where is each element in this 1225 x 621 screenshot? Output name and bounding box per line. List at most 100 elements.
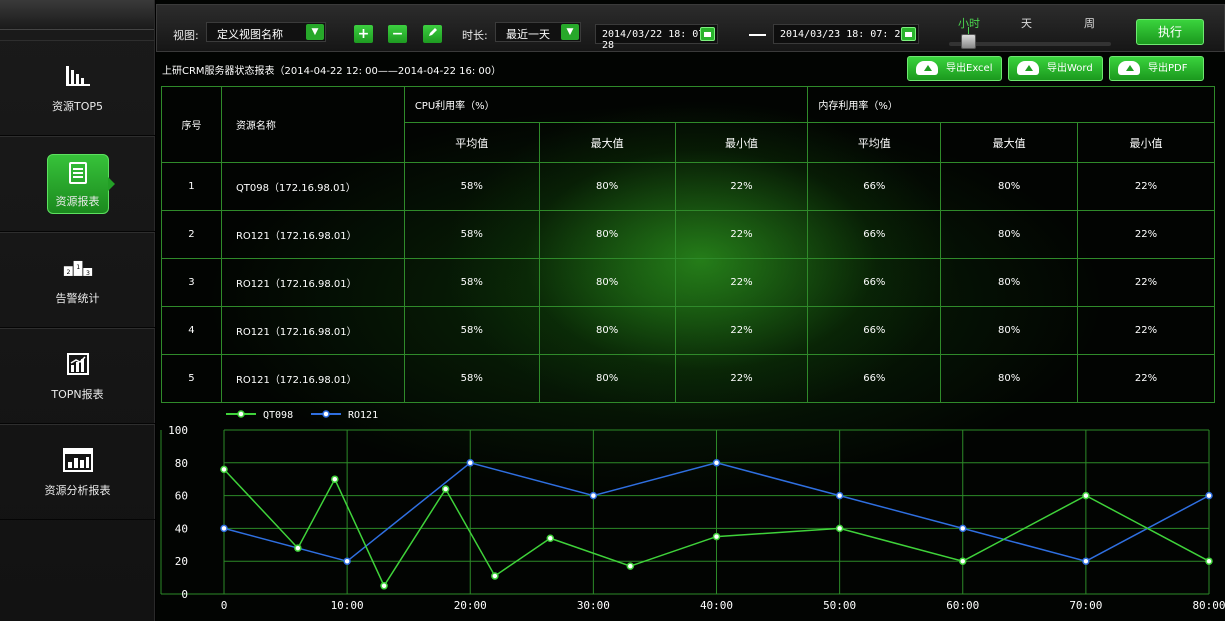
- x-tick-label: 0: [221, 599, 228, 612]
- document-icon: [63, 159, 93, 187]
- data-point-qt098: [380, 582, 388, 590]
- sidebar-item-label: 告警统计: [55, 292, 100, 305]
- cell-index: 5: [161, 354, 222, 403]
- svg-text:3: 3: [85, 270, 89, 277]
- legend-label-qt098: QT098: [263, 410, 293, 421]
- legend-marker-ro121: [322, 410, 330, 418]
- date-range-separator: [749, 34, 766, 36]
- add-button[interactable]: +: [354, 25, 373, 43]
- x-tick-label: 60:00: [946, 599, 979, 612]
- sidebar-item-topn-report[interactable]: TOPN报表: [0, 328, 155, 424]
- cell-index: 1: [161, 162, 222, 211]
- trend-chart-icon: [63, 350, 93, 378]
- cell-mem-min: 22%: [1077, 210, 1215, 259]
- duration-select-value: 最近一天: [506, 28, 550, 41]
- cell-cpu-max: 80%: [538, 306, 676, 355]
- execute-button[interactable]: 执行: [1136, 19, 1204, 45]
- cell-mem-avg: 66%: [807, 258, 942, 307]
- data-point-qt098: [294, 544, 302, 552]
- minus-icon: −: [391, 26, 404, 42]
- report-table: 序号 资源名称 CPU利用率（%） 内存利用率（%） 平均值 最大值 最小值 平…: [161, 86, 1215, 403]
- cell-mem-avg: 66%: [807, 162, 942, 211]
- granularity-week[interactable]: 周: [1084, 15, 1095, 31]
- export-pdf-label: 导出PDF: [1148, 63, 1188, 74]
- cell-cpu-avg: 58%: [403, 210, 540, 259]
- header-mem-avg: 平均值: [807, 122, 942, 163]
- data-point-qt098: [441, 485, 450, 493]
- cloud-upload-icon: [916, 61, 938, 75]
- view-select[interactable]: 定义视图名称 ▼: [206, 22, 326, 42]
- main-panel: 视图: 定义视图名称 ▼ + − 时长: 最近一天 ▼ 2014/03/22 1…: [156, 0, 1225, 621]
- header-memory-group: 内存利用率（%）: [807, 86, 1215, 123]
- cell-index: 3: [161, 258, 222, 307]
- header-cpu-min: 最小值: [674, 122, 809, 163]
- x-tick-label: 10:00: [331, 599, 364, 612]
- chart-grid: [160, 429, 1210, 595]
- data-point-ro121: [835, 491, 844, 500]
- svg-text:2: 2: [66, 269, 70, 276]
- end-date-field[interactable]: 2014/03/23 18: 07: 28: [773, 24, 919, 44]
- sidebar: 资源TOP5 资源报表 213 告警统计 TOPN报表 资源分析报表: [0, 0, 155, 621]
- cell-cpu-max: 80%: [538, 354, 676, 403]
- cell-mem-max: 80%: [940, 210, 1079, 259]
- duration-select[interactable]: 最近一天 ▼: [495, 22, 581, 42]
- end-date-value: 2014/03/23 18: 07: 28: [780, 29, 907, 40]
- export-excel-button[interactable]: 导出Excel: [907, 56, 1002, 81]
- sidebar-item-alarm-stats[interactable]: 213 告警统计: [0, 232, 155, 328]
- header-mem-min: 最小值: [1077, 122, 1215, 163]
- data-point-qt098: [1205, 557, 1213, 565]
- y-tick-label: 60: [175, 490, 188, 503]
- cell-resource-name: QT098（172.16.98.01）: [220, 162, 405, 211]
- granularity-slider-thumb[interactable]: [961, 34, 976, 49]
- data-point-ro121: [343, 557, 351, 565]
- x-tick-label: 30:00: [577, 599, 610, 612]
- sidebar-item-resource-top5[interactable]: 资源TOP5: [0, 40, 155, 136]
- calendar-icon[interactable]: [901, 27, 916, 41]
- toolbar: 视图: 定义视图名称 ▼ + − 时长: 最近一天 ▼ 2014/03/22 1…: [156, 4, 1225, 52]
- x-tick-label: 80:00: [1192, 599, 1225, 612]
- report-title: 上研CRM服务器状态报表（2014-04-22 12: 00——2014-04-…: [162, 66, 502, 77]
- active-item-highlight: 资源报表: [46, 154, 115, 214]
- export-excel-label: 导出Excel: [946, 63, 993, 74]
- data-point-qt098: [626, 562, 635, 570]
- cell-cpu-min: 22%: [674, 210, 809, 259]
- x-tick-label: 50:00: [823, 599, 856, 612]
- header-resource-name: 资源名称: [220, 86, 405, 163]
- cell-resource-name: RO121（172.16.98.01）: [220, 306, 405, 355]
- cell-mem-min: 22%: [1077, 354, 1215, 403]
- legend-label-ro121: RO121: [348, 410, 378, 421]
- data-point-qt098: [331, 475, 339, 483]
- remove-button[interactable]: −: [388, 25, 407, 43]
- header-cpu-max: 最大值: [538, 122, 676, 163]
- granularity-hour[interactable]: 小时: [958, 15, 980, 31]
- header-cpu-avg: 平均值: [403, 122, 540, 163]
- cell-cpu-avg: 58%: [403, 306, 540, 355]
- export-pdf-button[interactable]: 导出PDF: [1109, 56, 1204, 81]
- table-row: 2 RO121（172.16.98.01） 58% 80% 22% 66% 80…: [161, 210, 1215, 259]
- start-date-field[interactable]: 2014/03/22 18: 07: 28: [595, 24, 718, 51]
- cell-cpu-avg: 58%: [403, 354, 540, 403]
- granularity-day[interactable]: 天: [1021, 15, 1032, 31]
- data-point-ro121: [466, 459, 474, 467]
- edit-button[interactable]: [423, 25, 442, 43]
- legend-marker-qt098: [237, 410, 245, 418]
- calendar-icon[interactable]: [700, 27, 715, 41]
- data-point-qt098: [1082, 491, 1090, 500]
- view-select-value: 定义视图名称: [217, 28, 283, 41]
- sidebar-item-label: 资源分析报表: [44, 484, 111, 497]
- export-word-button[interactable]: 导出Word: [1008, 56, 1103, 81]
- bar-chart-icon: [63, 62, 93, 90]
- y-tick-label: 80: [175, 457, 188, 470]
- sidebar-item-resource-analysis[interactable]: 资源分析报表: [0, 424, 155, 520]
- cell-mem-avg: 66%: [807, 306, 942, 355]
- data-point-ro121: [1082, 557, 1090, 565]
- duration-label: 时长:: [462, 29, 488, 42]
- data-point-ro121: [220, 524, 228, 533]
- table-row: 3 RO121（172.16.98.01） 58% 80% 22% 66% 80…: [161, 258, 1215, 307]
- data-point-qt098: [835, 524, 844, 533]
- data-point-qt098: [959, 557, 967, 565]
- y-tick-label: 100: [168, 424, 188, 437]
- sidebar-item-resource-report[interactable]: 资源报表: [0, 136, 155, 232]
- cell-index: 2: [161, 210, 222, 259]
- cell-resource-name: RO121（172.16.98.01）: [220, 210, 405, 259]
